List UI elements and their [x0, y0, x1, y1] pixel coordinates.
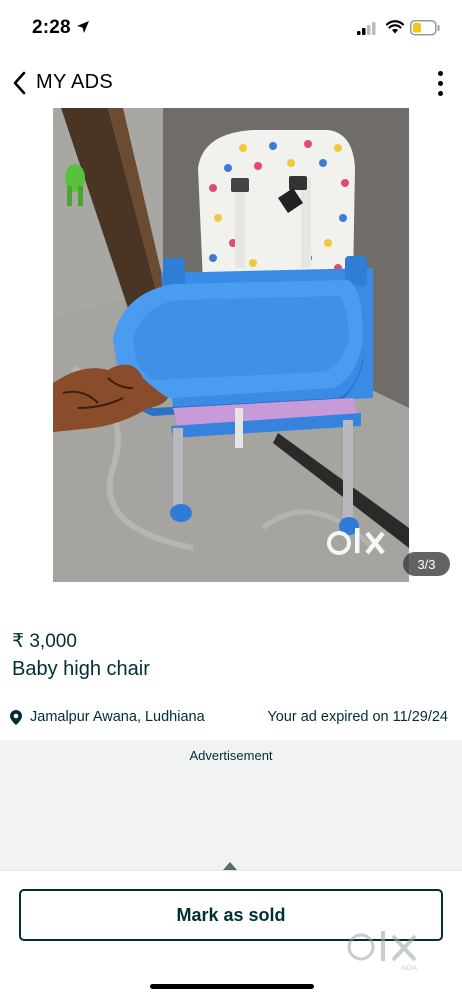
wifi-icon — [386, 20, 404, 34]
chevron-left-icon — [13, 71, 26, 95]
location-pin-icon — [10, 710, 22, 725]
back-button[interactable] — [6, 68, 32, 98]
advertisement-label: Advertisement — [189, 748, 273, 763]
olx-watermark-logo: INDIA — [347, 931, 417, 972]
more-options-button[interactable] — [430, 68, 450, 98]
listing-meta: Jamalpur Awana, Ludhiana Your ad expired… — [0, 706, 462, 730]
collapse-caret-icon[interactable] — [223, 862, 237, 870]
app-header: MY ADS — [0, 60, 462, 106]
home-indicator[interactable] — [150, 984, 314, 989]
watermark-subtext: INDIA — [401, 966, 417, 972]
photo-counter: 3/3 — [403, 552, 450, 576]
cellular-signal-icon — [357, 22, 376, 35]
page-title: MY ADS — [36, 71, 114, 93]
status-bar: 2:28 — [0, 0, 462, 58]
more-vertical-icon — [437, 70, 443, 76]
advertisement-slot: Advertisement — [0, 740, 462, 870]
location-arrow-icon — [77, 21, 89, 33]
listing-title: Baby high chair — [12, 658, 150, 680]
listing-photo[interactable] — [53, 108, 409, 582]
ad-expiry-status: Your ad expired on 11/29/24 — [267, 709, 448, 725]
status-time: 2:28 — [32, 17, 71, 38]
listing-price: ₹ 3,000 — [12, 631, 77, 652]
listing-location: Jamalpur Awana, Ludhiana — [30, 709, 205, 725]
high-chair-image — [53, 108, 409, 582]
battery-icon — [410, 20, 440, 36]
